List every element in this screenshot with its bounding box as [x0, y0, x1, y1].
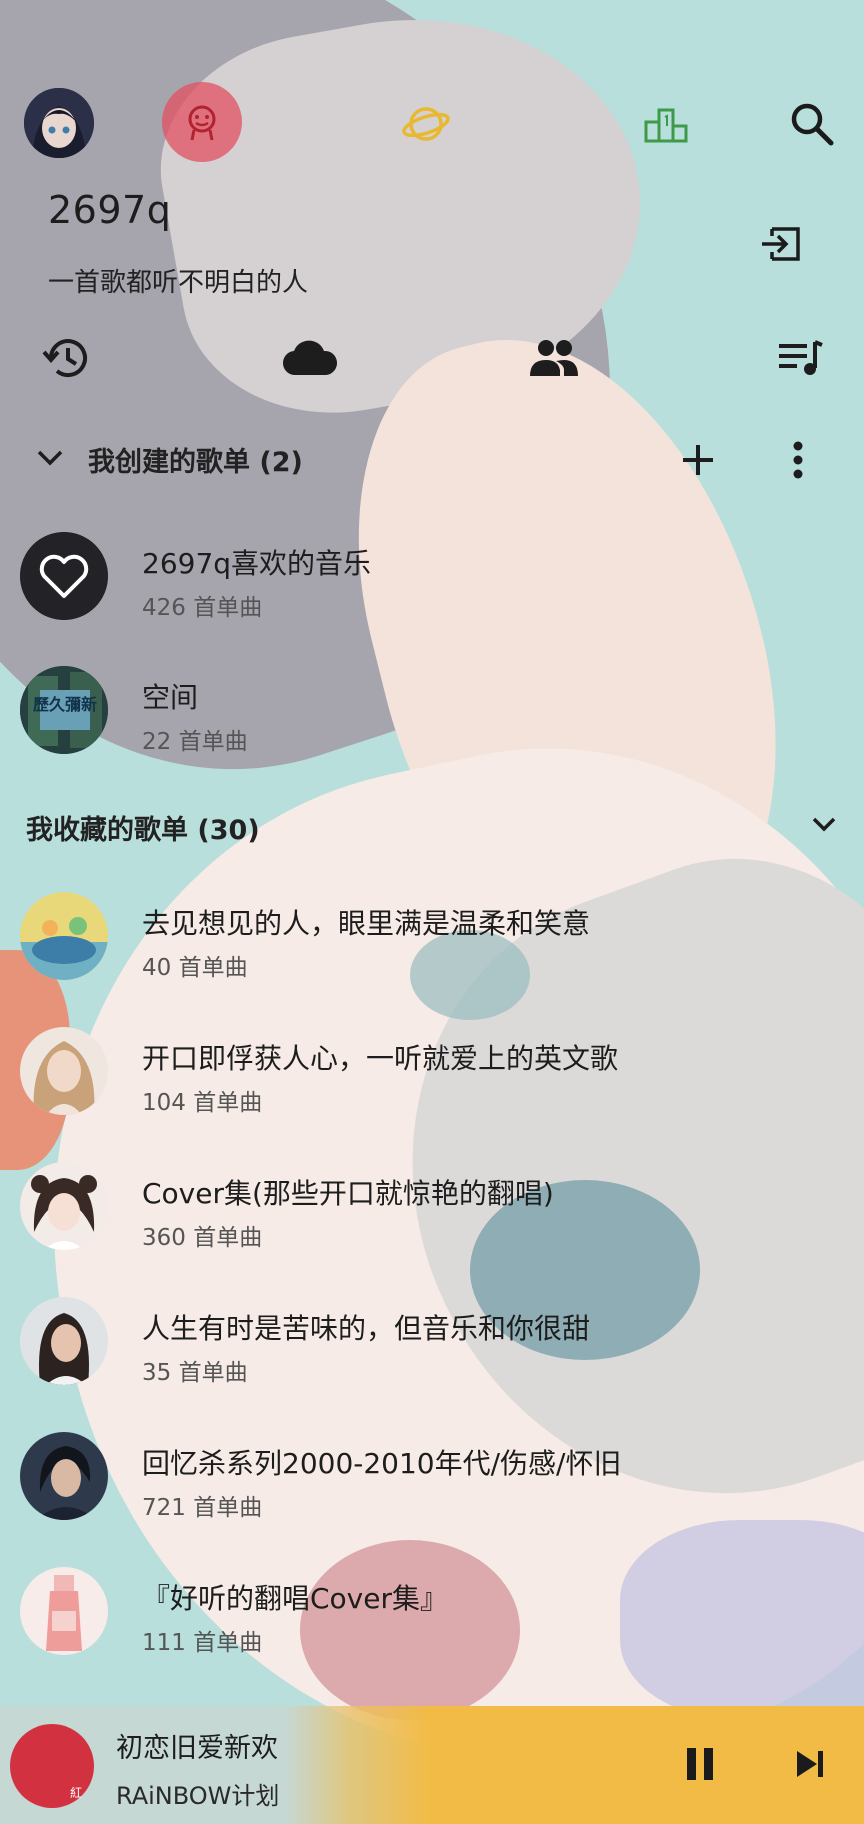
friends-button[interactable] — [524, 330, 584, 386]
playlist-title: 『好听的翻唱Cover集』 — [142, 1582, 448, 1615]
playlist-item[interactable]: 人生有时是苦味的，但音乐和你很甜 35 首单曲 — [20, 1297, 840, 1393]
playlist-cover — [20, 892, 108, 980]
playlist-item[interactable]: 回忆杀系列2000-2010年代/伤感/怀旧 721 首单曲 — [20, 1432, 840, 1528]
user-face-icon — [188, 105, 216, 141]
playlist-count: 721 首单曲 — [142, 1495, 263, 1521]
playlist-cover — [20, 532, 108, 620]
playlist-title: 2697q喜欢的音乐 — [142, 547, 372, 580]
create-playlist-button[interactable] — [672, 436, 724, 484]
playlist-queue-icon — [779, 340, 823, 375]
collapse-created-toggle[interactable] — [30, 440, 70, 476]
chevron-down-icon — [812, 817, 836, 832]
my-music-page: 2697q 一首歌都听不明白的人 我创建的歌单 (2) 2697q喜欢的音乐 4… — [0, 0, 864, 1824]
play-queue-button[interactable] — [770, 330, 830, 386]
chevron-down-icon — [37, 450, 63, 466]
user-face-tab[interactable] — [162, 82, 242, 162]
now-playing-artist: RAiNBOW计划 — [116, 1782, 280, 1810]
username[interactable]: 2697q — [48, 188, 171, 232]
history-icon — [42, 339, 87, 377]
planet-icon — [402, 107, 450, 141]
logout-icon — [762, 227, 800, 261]
playlist-count: 360 首单曲 — [142, 1225, 263, 1251]
playlist-cover — [20, 1027, 108, 1115]
heart-icon — [20, 532, 108, 620]
collapse-collected-toggle[interactable] — [806, 808, 842, 840]
cover-text: 紅 — [70, 1786, 83, 1800]
playlist-item[interactable]: 『好听的翻唱Cover集』 111 首单曲 — [20, 1567, 840, 1663]
planet-tab[interactable] — [394, 92, 458, 156]
playlist-title: Cover集(那些开口就惊艳的翻唱) — [142, 1177, 554, 1210]
playlist-title: 回忆杀系列2000-2010年代/伤感/怀旧 — [142, 1447, 622, 1480]
playlist-count: 40 首单曲 — [142, 955, 248, 981]
cloud-icon — [282, 340, 338, 376]
playlist-cover: 歷久彌新 — [20, 666, 108, 754]
history-button[interactable] — [36, 330, 96, 386]
playlist-count: 426 首单曲 — [142, 595, 263, 621]
created-playlists-header[interactable]: 我创建的歌单 (2) — [88, 440, 303, 479]
playlist-count: 111 首单曲 — [142, 1630, 263, 1656]
friends-icon — [530, 340, 578, 376]
avatar[interactable] — [24, 88, 94, 158]
user-signature: 一首歌都听不明白的人 — [48, 268, 309, 298]
search-button[interactable] — [780, 92, 844, 156]
search-icon — [791, 103, 834, 146]
pause-button[interactable] — [672, 1736, 728, 1792]
more-vertical-icon — [793, 441, 803, 479]
collected-playlists-header[interactable]: 我收藏的歌单 (30) — [26, 808, 260, 847]
playlist-item[interactable]: 2697q喜欢的音乐 426 首单曲 — [20, 532, 840, 628]
plus-icon — [683, 445, 713, 475]
playlist-title: 人生有时是苦味的，但音乐和你很甜 — [142, 1312, 591, 1345]
playlist-title: 开口即俘获人心，一听就爱上的英文歌 — [142, 1042, 619, 1075]
rank-tab[interactable] — [634, 92, 698, 156]
cloud-drive-button[interactable] — [280, 330, 340, 386]
playlist-item[interactable]: Cover集(那些开口就惊艳的翻唱) 360 首单曲 — [20, 1162, 840, 1258]
playlist-title: 空间 — [142, 681, 199, 714]
album-cover-text: 歷久彌新 — [33, 695, 97, 714]
playlist-title: 去见想见的人，眼里满是温柔和笑意 — [142, 907, 591, 940]
playlist-cover — [20, 1432, 108, 1520]
playlist-count: 104 首单曲 — [142, 1090, 263, 1116]
logout-button[interactable] — [752, 218, 812, 270]
next-track-button[interactable] — [782, 1736, 838, 1792]
pause-icon — [687, 1748, 713, 1780]
playlist-item[interactable]: 去见想见的人，眼里满是温柔和笑意 40 首单曲 — [20, 892, 840, 988]
playlist-cover — [20, 1162, 108, 1250]
playlist-count: 22 首单曲 — [142, 729, 248, 755]
podium-icon — [644, 108, 688, 143]
skip-next-icon — [797, 1751, 823, 1777]
created-more-button[interactable] — [774, 436, 822, 484]
playlist-item[interactable]: 开口即俘获人心，一听就爱上的英文歌 104 首单曲 — [20, 1027, 840, 1123]
mini-player[interactable]: 紅 初恋旧爱新欢 RAiNBOW计划 — [0, 1706, 864, 1824]
playlist-item[interactable]: 歷久彌新 空间 22 首单曲 — [20, 666, 840, 762]
now-playing-title: 初恋旧爱新欢 — [116, 1733, 278, 1764]
playlist-cover — [20, 1567, 108, 1655]
playlist-count: 35 首单曲 — [142, 1360, 248, 1386]
playlist-cover — [20, 1297, 108, 1385]
